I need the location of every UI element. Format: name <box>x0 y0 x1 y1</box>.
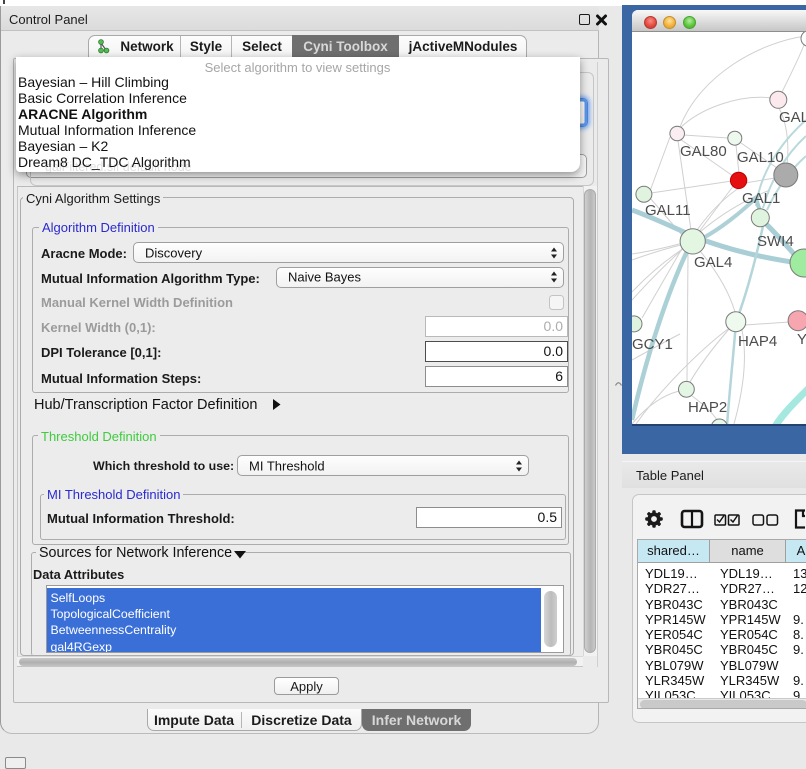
svg-text:SWI4: SWI4 <box>757 233 794 250</box>
svg-text:GCY1: GCY1 <box>632 336 673 353</box>
svg-text:Y: Y <box>797 331 806 348</box>
svg-text:GAL4: GAL4 <box>694 254 732 271</box>
svg-text:HAP2: HAP2 <box>688 399 727 416</box>
svg-text:HAP4: HAP4 <box>738 333 777 350</box>
svg-text:GAL: GAL <box>779 109 806 126</box>
svg-text:GAL1: GAL1 <box>742 190 780 207</box>
svg-text:GAL11: GAL11 <box>645 202 691 219</box>
svg-text:GAL10: GAL10 <box>737 149 784 166</box>
svg-text:GAL80: GAL80 <box>680 143 727 160</box>
